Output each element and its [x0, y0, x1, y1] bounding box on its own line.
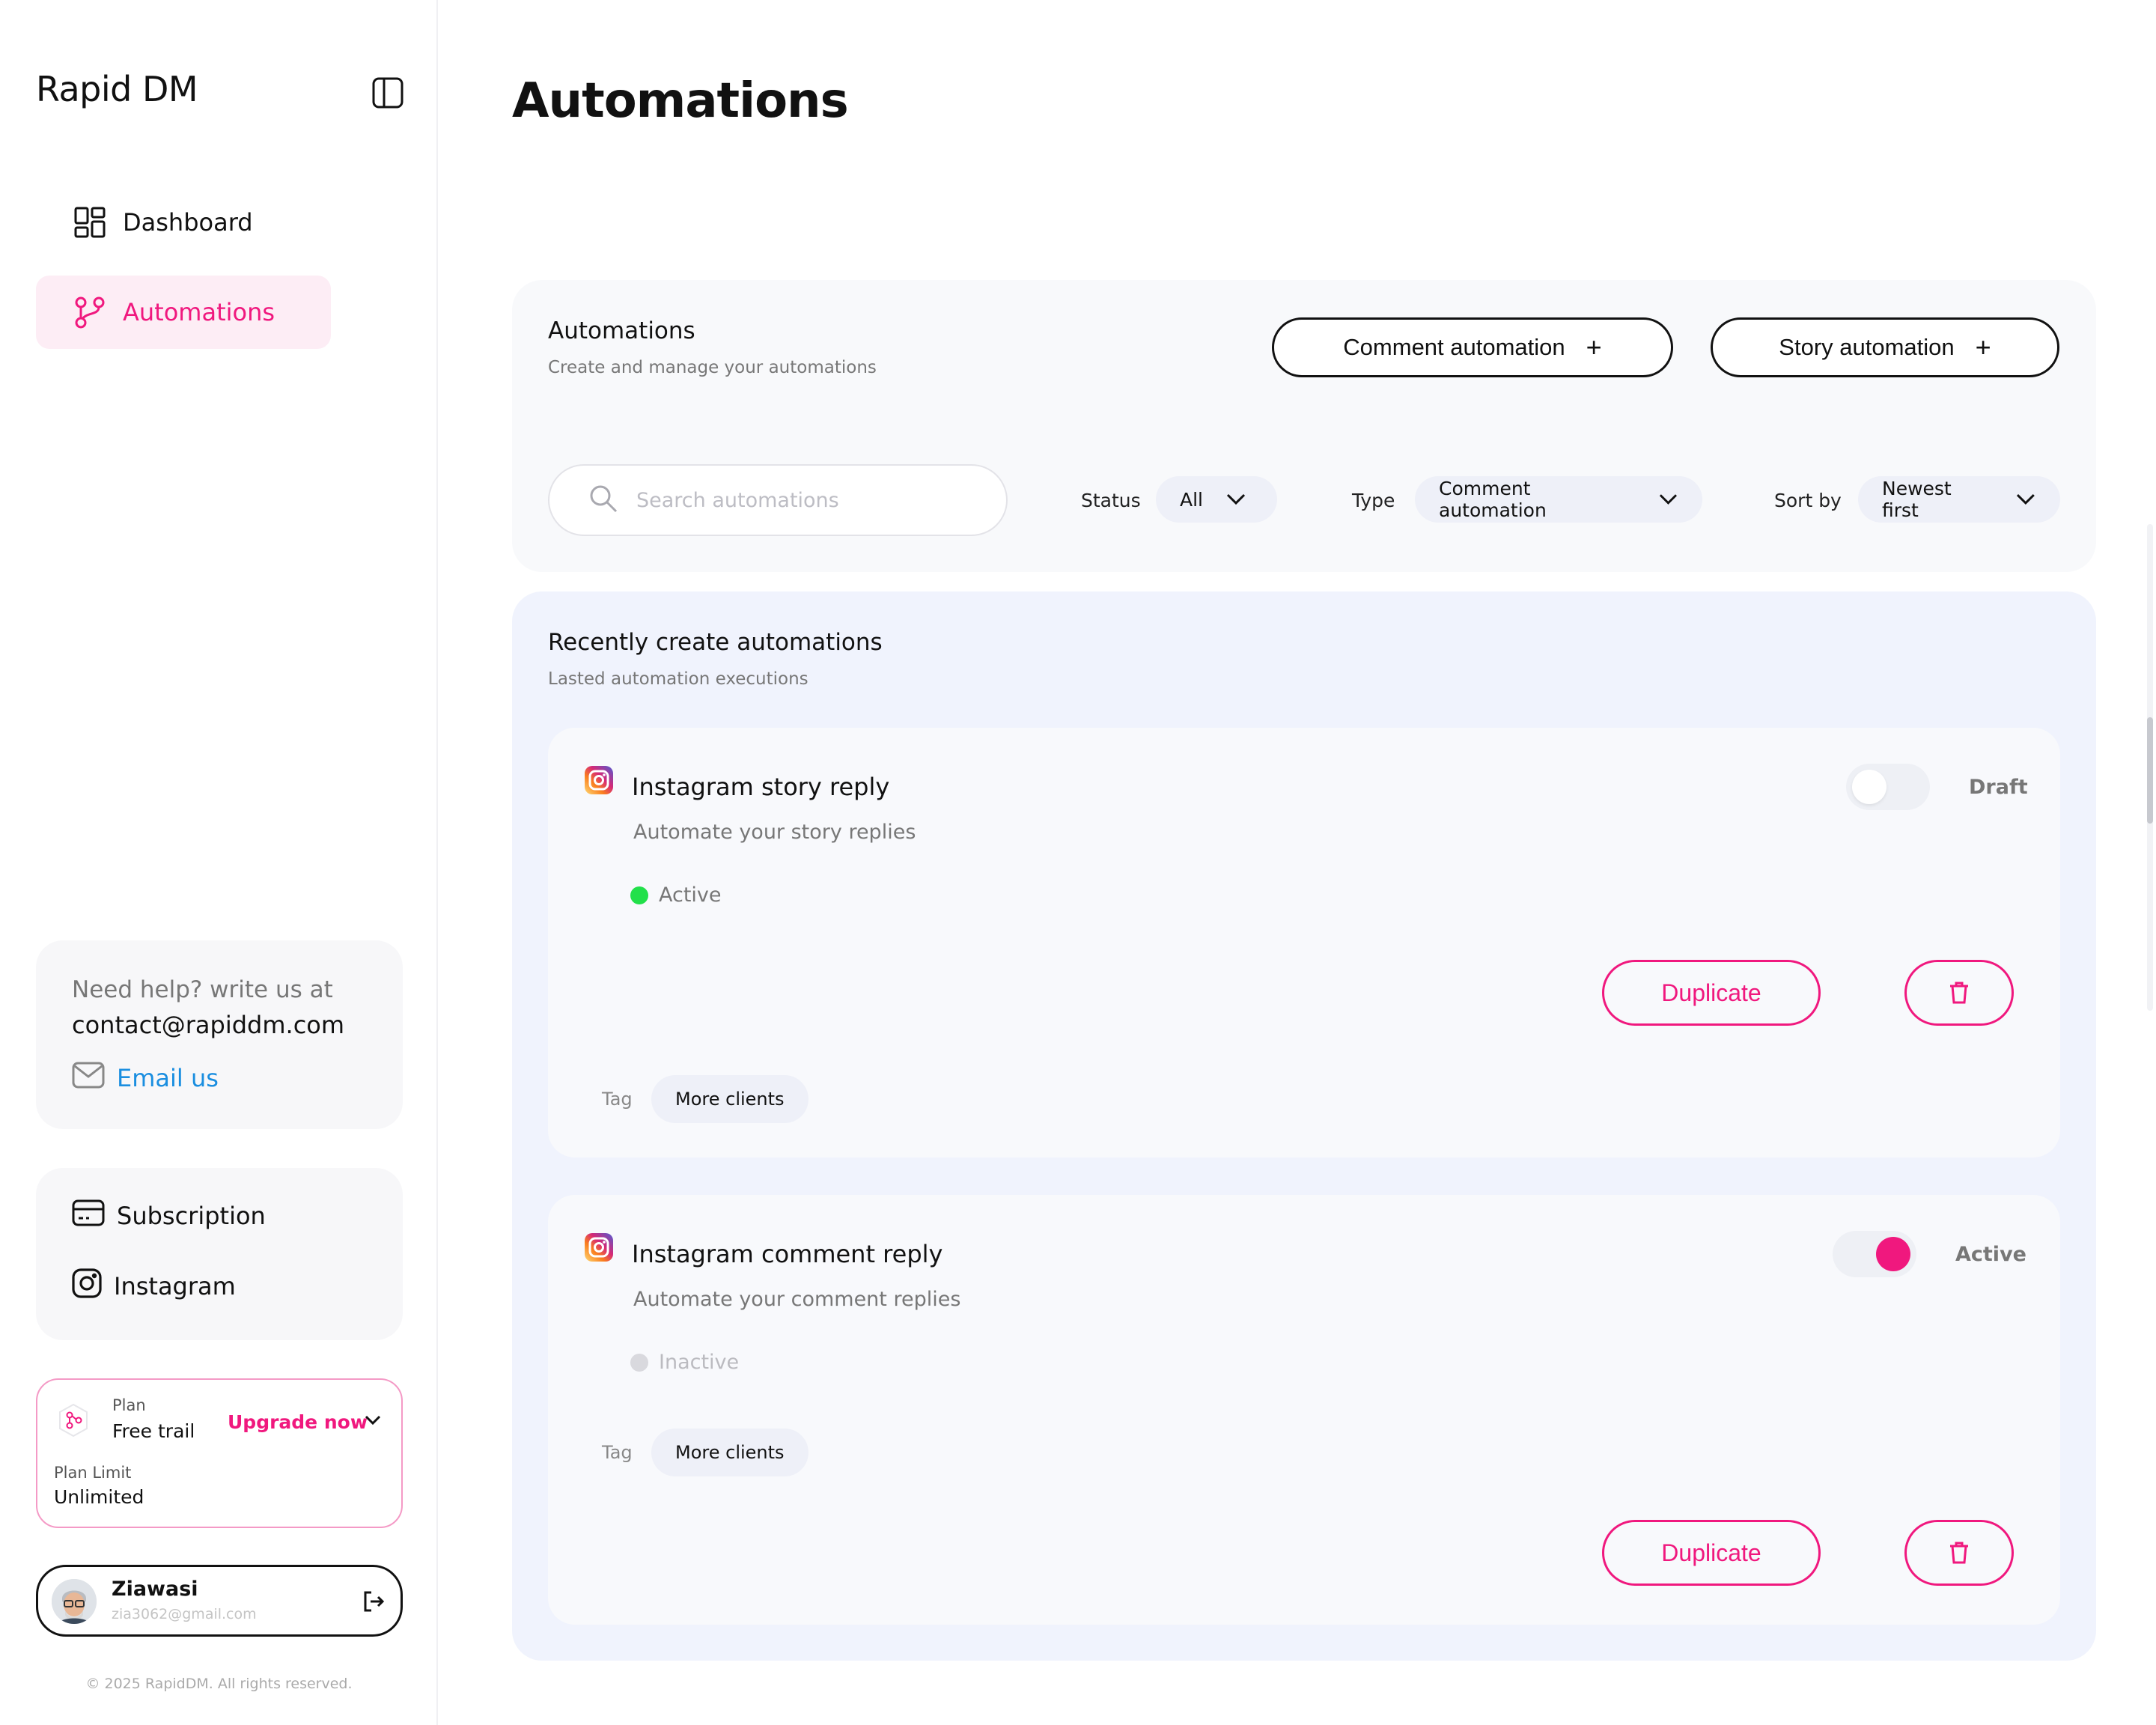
automation-flow-icon: [73, 296, 106, 329]
automation-status-label: Active: [659, 883, 722, 907]
chevron-down-icon: [1660, 494, 1678, 505]
user-email: zia3062@gmail.com: [112, 1606, 257, 1622]
plan-limit-value: Unlimited: [54, 1486, 144, 1508]
chevron-down-icon: [2017, 494, 2035, 505]
toggle-knob: [1852, 770, 1886, 804]
nav-item-dashboard[interactable]: Dashboard: [36, 186, 331, 259]
duplicate-button[interactable]: Duplicate: [1602, 960, 1821, 1026]
trash-icon: [1950, 982, 1968, 1004]
tag-chip[interactable]: More clients: [651, 1429, 808, 1476]
upgrade-now-link[interactable]: Upgrade now: [228, 1411, 368, 1433]
tag-chip[interactable]: More clients: [651, 1075, 808, 1123]
plan-limit-label: Plan Limit: [54, 1464, 132, 1482]
tag-label: Tag: [602, 1442, 633, 1463]
plan-value: Free trail: [112, 1420, 195, 1442]
delete-button[interactable]: [1904, 1520, 2014, 1586]
scrollbar-thumb[interactable]: [2147, 717, 2153, 824]
header-card-title: Automations: [548, 317, 695, 344]
plus-icon: +: [1975, 332, 1991, 362]
nav-item-automations[interactable]: Automations: [36, 276, 331, 349]
automation-item[interactable]: Instagram comment reply Automate your co…: [548, 1195, 2060, 1625]
status-filter-select[interactable]: All: [1156, 476, 1277, 523]
recent-automations-subtitle: Lasted automation executions: [548, 669, 808, 689]
nav-label-automations: Automations: [123, 298, 275, 326]
type-filter-value: Comment automation: [1439, 478, 1547, 521]
type-filter-label: Type: [1352, 490, 1395, 511]
plan-label: Plan: [112, 1396, 146, 1414]
recent-automations-title: Recently create automations: [548, 629, 883, 656]
toggle-knob: [1876, 1237, 1910, 1271]
toggle-state-label: Active: [1955, 1243, 2026, 1266]
automation-subtitle: Automate your story replies: [633, 821, 916, 844]
search-box[interactable]: [548, 464, 1008, 536]
delete-button[interactable]: [1904, 960, 2014, 1026]
help-email: contact@rapiddm.com: [72, 1011, 345, 1039]
sidebar: Rapid DM Dashboard Automations Need help…: [0, 0, 438, 1725]
story-automation-label: Story automation: [1779, 334, 1955, 360]
automation-toggle[interactable]: [1846, 764, 1930, 810]
copyright: © 2025 RapidDM. All rights reserved.: [85, 1676, 353, 1692]
instagram-link[interactable]: Instagram: [72, 1268, 367, 1304]
nav-label-dashboard: Dashboard: [123, 208, 253, 237]
page-title: Automations: [512, 73, 849, 129]
sort-by-value: Newest first: [1882, 478, 1952, 521]
toggle-state-label: Draft: [1969, 776, 2028, 799]
instagram-logo-icon: [584, 1232, 614, 1262]
logout-icon[interactable]: [362, 1589, 386, 1616]
chevron-down-icon[interactable]: [364, 1414, 382, 1429]
brand-logo[interactable]: Rapid DM: [36, 69, 198, 109]
instagram-logo-icon: [584, 765, 614, 795]
status-dot-icon: [630, 886, 648, 904]
sort-by-select[interactable]: Newest first: [1858, 476, 2060, 523]
subscription-link[interactable]: Subscription: [72, 1198, 367, 1234]
user-name: Ziawasi: [112, 1578, 198, 1601]
status-dot-icon: [630, 1353, 648, 1372]
instagram-icon: [72, 1268, 114, 1304]
plan-card: Plan Free trail Upgrade now Plan Limit U…: [36, 1378, 403, 1528]
avatar: [52, 1579, 97, 1624]
subscription-label: Subscription: [117, 1202, 266, 1230]
email-us-link[interactable]: Email us: [72, 1062, 367, 1095]
comment-automation-button[interactable]: Comment automation +: [1272, 317, 1673, 377]
story-automation-button[interactable]: Story automation +: [1711, 317, 2059, 377]
plan-badge-icon: [55, 1402, 91, 1438]
help-card: Need help? write us at contact@rapiddm.c…: [36, 940, 403, 1129]
automation-item[interactable]: Instagram story reply Automate your stor…: [548, 728, 2060, 1157]
links-card: Subscription Instagram: [36, 1168, 403, 1340]
dashboard-icon: [73, 206, 106, 239]
automation-title: Instagram story reply: [632, 773, 890, 801]
mail-icon: [72, 1062, 117, 1095]
help-text: Need help? write us at: [72, 976, 333, 1003]
header-card-subtitle: Create and manage your automations: [548, 358, 877, 377]
automation-subtitle: Automate your comment replies: [633, 1288, 961, 1311]
credit-card-icon: [72, 1199, 117, 1232]
comment-automation-label: Comment automation: [1343, 334, 1565, 360]
email-us-label: Email us: [117, 1064, 219, 1092]
duplicate-button[interactable]: Duplicate: [1602, 1520, 1821, 1586]
chevron-down-icon: [1226, 493, 1246, 505]
trash-icon: [1950, 1542, 1968, 1564]
status-filter-value: All: [1180, 488, 1203, 511]
automation-title: Instagram comment reply: [632, 1240, 943, 1268]
duplicate-label: Duplicate: [1661, 979, 1761, 1006]
search-icon: [588, 484, 618, 517]
duplicate-label: Duplicate: [1661, 1539, 1761, 1566]
type-filter-select[interactable]: Comment automation: [1415, 476, 1702, 523]
tag-label: Tag: [602, 1089, 633, 1110]
sidebar-toggle-icon[interactable]: [371, 76, 404, 109]
status-filter-label: Status: [1081, 490, 1141, 511]
automation-status: Inactive: [630, 1351, 739, 1374]
instagram-label: Instagram: [114, 1272, 236, 1300]
recent-automations-card: Recently create automations Lasted autom…: [512, 591, 2096, 1661]
plus-icon: +: [1586, 332, 1602, 362]
user-card[interactable]: Ziawasi zia3062@gmail.com: [36, 1565, 403, 1637]
automation-toggle[interactable]: [1833, 1231, 1916, 1277]
search-input[interactable]: [636, 488, 981, 512]
automation-status: Active: [630, 883, 722, 907]
automation-status-label: Inactive: [659, 1351, 740, 1374]
automations-header-card: Automations Create and manage your autom…: [512, 280, 2096, 572]
sort-by-label: Sort by: [1774, 490, 1842, 511]
